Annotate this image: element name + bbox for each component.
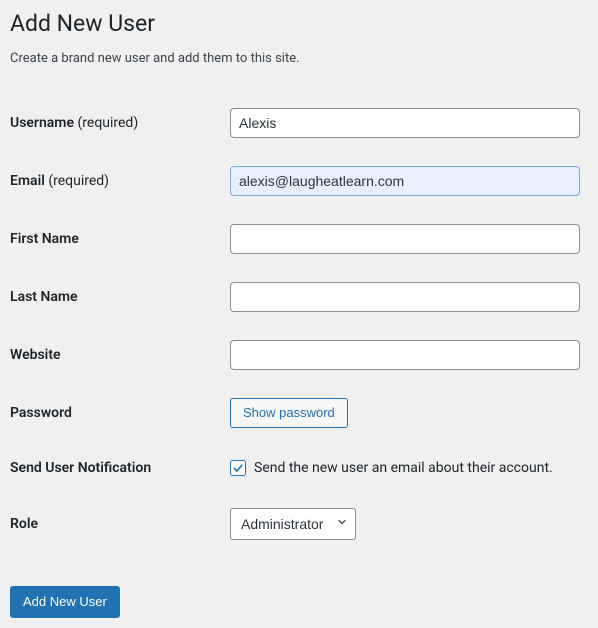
last-name-input[interactable]	[230, 282, 580, 312]
email-label-text: Email	[10, 173, 45, 189]
username-label-text: Username	[10, 115, 74, 131]
email-input[interactable]	[230, 166, 580, 196]
last-name-label: Last Name	[10, 268, 230, 326]
username-input[interactable]	[230, 108, 580, 138]
first-name-label: First Name	[10, 210, 230, 268]
page-title: Add New User	[10, 10, 588, 37]
email-label: Email (required)	[10, 152, 230, 210]
website-input[interactable]	[230, 340, 580, 370]
user-form-table: Username (required) Email (required) Fir…	[10, 94, 588, 554]
email-required-note: (required)	[48, 173, 109, 189]
checkmark-icon	[232, 462, 244, 474]
username-required-note: (required)	[77, 115, 138, 131]
show-password-button[interactable]: Show password	[230, 398, 348, 428]
notification-label: Send User Notification	[10, 442, 230, 494]
first-name-input[interactable]	[230, 224, 580, 254]
password-label: Password	[10, 384, 230, 442]
add-new-user-button[interactable]: Add New User	[10, 586, 120, 618]
role-select[interactable]: Administrator	[230, 508, 356, 540]
notification-checkbox[interactable]	[230, 460, 246, 476]
role-label: Role	[10, 494, 230, 554]
page-description: Create a brand new user and add them to …	[10, 51, 588, 66]
website-label: Website	[10, 326, 230, 384]
notification-checkbox-label: Send the new user an email about their a…	[254, 460, 553, 476]
username-label: Username (required)	[10, 94, 230, 152]
